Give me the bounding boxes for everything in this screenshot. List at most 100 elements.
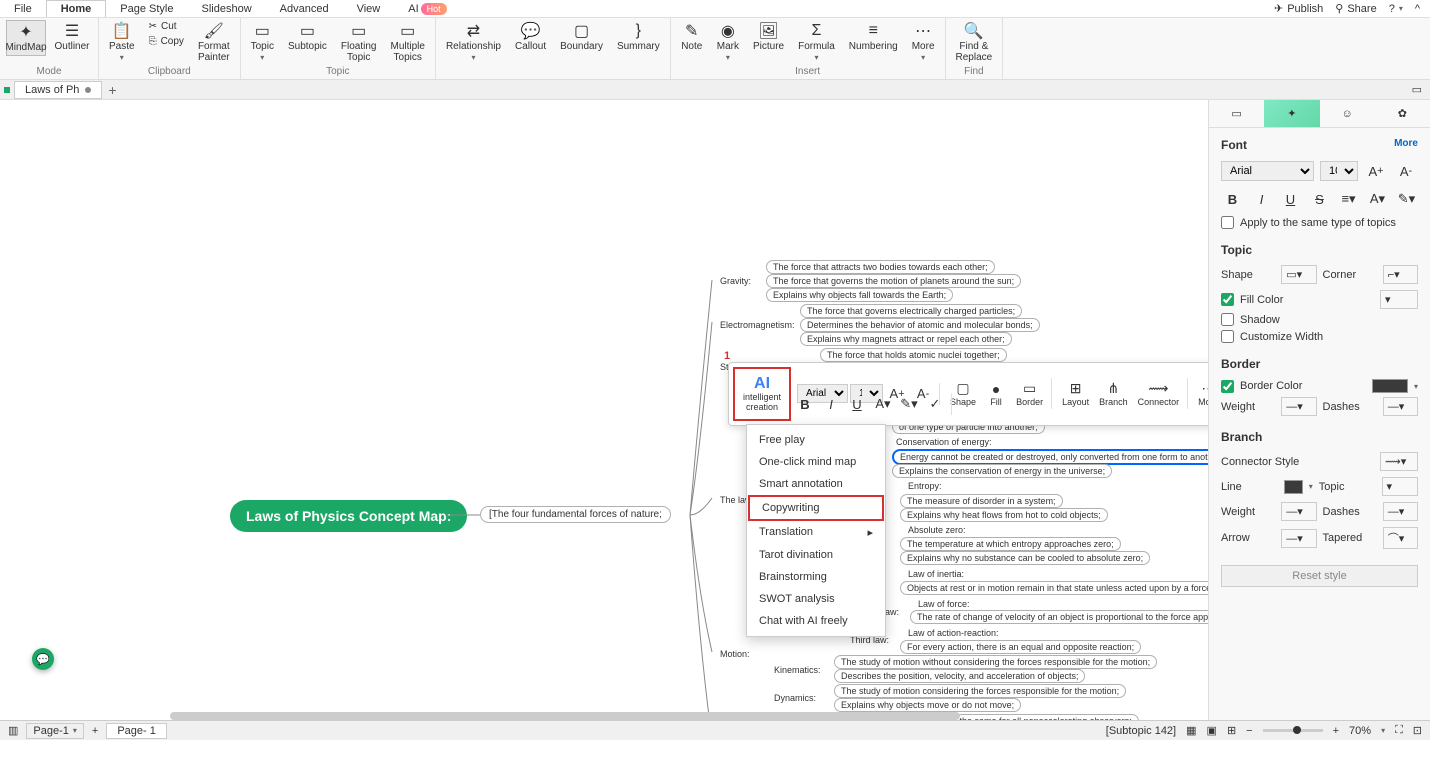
fill-color-checkbox[interactable]	[1221, 293, 1234, 306]
corner-select[interactable]: ⌐▾	[1383, 265, 1418, 284]
menu-file[interactable]: File	[0, 1, 46, 17]
note-button[interactable]: ✎Note	[677, 20, 707, 54]
customize-width-checkbox[interactable]	[1221, 330, 1234, 343]
ai-option-copywriting[interactable]: Copywriting	[748, 495, 884, 521]
publish-button[interactable]: ✈Publish	[1274, 2, 1323, 15]
conservation-item-2[interactable]: Explains the conservation of energy in t…	[892, 464, 1112, 478]
conservation-item-selected[interactable]: Energy cannot be created or destroyed, o…	[892, 449, 1208, 465]
float-highlight[interactable]: ✎▾	[897, 393, 921, 415]
side-tab-style[interactable]: ▭	[1209, 100, 1264, 127]
zoom-slider[interactable]	[1263, 729, 1323, 732]
format-painter-button[interactable]: 🖌Format Painter	[194, 20, 234, 65]
help-button[interactable]: ?▾	[1389, 3, 1403, 15]
ai-option-swot[interactable]: SWOT analysis	[747, 588, 885, 610]
callout-button[interactable]: 💬Callout	[511, 20, 550, 54]
view-mode-2-button[interactable]: ▣	[1207, 724, 1217, 737]
page-selector[interactable]: Page-1▾	[26, 723, 84, 739]
em-item-0[interactable]: The force that governs electrically char…	[800, 304, 1022, 318]
float-font-color[interactable]: A▾	[871, 393, 895, 415]
border-weight-select[interactable]: —▾	[1281, 397, 1316, 416]
float-more[interactable]: ⋯More	[1194, 378, 1208, 409]
float-fill[interactable]: ●Fill	[982, 379, 1010, 409]
kinematics-item-1[interactable]: Describes the position, velocity, and ac…	[834, 669, 1085, 683]
mark-button[interactable]: ◉Mark▾	[713, 20, 743, 64]
mindmap-canvas[interactable]: Laws of Physics Concept Map: [The four f…	[0, 100, 1208, 720]
side-tab-theme[interactable]: ✦	[1264, 100, 1319, 127]
view-mode-1-button[interactable]: ▦	[1186, 724, 1196, 737]
float-underline[interactable]: U	[845, 393, 869, 415]
align-button[interactable]: ≡▾	[1337, 188, 1360, 210]
decrease-font-button[interactable]: A-	[1394, 160, 1418, 182]
gravity-label[interactable]: Gravity:	[712, 274, 759, 288]
tapered-select[interactable]: ⌒▾	[1383, 527, 1418, 549]
motion-label[interactable]: Motion:	[712, 647, 758, 661]
reset-style-button[interactable]: Reset style	[1221, 565, 1418, 587]
float-border[interactable]: ▭Border	[1012, 378, 1047, 409]
em-label[interactable]: Electromagnetism:	[712, 318, 803, 332]
add-page-button[interactable]: +	[92, 725, 98, 737]
strikethrough-button[interactable]: S	[1308, 188, 1331, 210]
zoom-in-button[interactable]: +	[1333, 725, 1339, 737]
em-item-2[interactable]: Explains why magnets attract or repel ea…	[800, 332, 1012, 346]
outline-toggle-button[interactable]: ▥	[8, 724, 18, 737]
floating-topic-button[interactable]: ▭Floating Topic	[337, 20, 381, 65]
branch-weight-select[interactable]: —▾	[1281, 502, 1316, 521]
dynamics-item-1[interactable]: Explains why objects move or do not move…	[834, 698, 1021, 712]
float-branch[interactable]: ⋔Branch	[1095, 378, 1132, 409]
branch-topic-select[interactable]: ▾	[1382, 477, 1418, 496]
underline-button[interactable]: U	[1279, 188, 1302, 210]
float-clear-format[interactable]: ✓	[923, 393, 947, 415]
apply-same-type-checkbox[interactable]	[1221, 216, 1234, 229]
ai-option-brainstorming[interactable]: Brainstorming	[747, 566, 885, 588]
menu-view[interactable]: View	[343, 1, 395, 17]
abszero-label[interactable]: Absolute zero:	[900, 523, 974, 537]
share-button[interactable]: ⚲Share	[1335, 2, 1376, 15]
picture-button[interactable]: 🖼Picture	[749, 20, 788, 54]
kinematics-label[interactable]: Kinematics:	[766, 663, 829, 677]
border-dashes-select[interactable]: —▾	[1383, 397, 1418, 416]
fit-page-button[interactable]: ⊞	[1227, 724, 1236, 737]
boundary-button[interactable]: ▢Boundary	[556, 20, 607, 54]
shape-select[interactable]: ▭▾	[1281, 265, 1316, 284]
abszero-item-2[interactable]: Explains why no substance can be cooled …	[900, 551, 1150, 565]
float-italic[interactable]: I	[819, 393, 843, 415]
force-law-label[interactable]: Law of force:	[910, 597, 978, 611]
menu-slideshow[interactable]: Slideshow	[188, 1, 266, 17]
action-label[interactable]: Law of action-reaction:	[900, 626, 1007, 640]
zoom-level[interactable]: 70%	[1349, 725, 1371, 737]
paste-button[interactable]: 📋Paste▾	[105, 20, 139, 64]
add-tab-button[interactable]: +	[108, 82, 116, 98]
ai-option-tarot[interactable]: Tarot divination	[747, 544, 885, 566]
relationship-button[interactable]: ⇄Relationship▾	[442, 20, 505, 64]
more-insert-button[interactable]: ⋯More▾	[908, 20, 939, 64]
subcenter-topic[interactable]: [The four fundamental forces of nature;	[480, 506, 671, 523]
ai-option-translation[interactable]: Translation▸	[747, 521, 885, 544]
menu-advanced[interactable]: Advanced	[266, 1, 343, 17]
tab-options-button[interactable]: ▭	[1412, 83, 1422, 96]
fullscreen-button[interactable]: ⛶	[1395, 724, 1403, 737]
entropy-label[interactable]: Entropy:	[900, 479, 950, 493]
inertia-label[interactable]: Law of inertia:	[900, 567, 972, 581]
numbering-button[interactable]: ≡Numbering	[845, 20, 902, 54]
subtopic-button[interactable]: ▭Subtopic	[284, 20, 331, 54]
entropy-item-2[interactable]: Explains why heat flows from hot to cold…	[900, 508, 1108, 522]
menu-page-style[interactable]: Page Style	[106, 1, 187, 17]
horizontal-scrollbar[interactable]	[170, 712, 960, 720]
branch-dashes-select[interactable]: —▾	[1383, 502, 1418, 521]
conservation-label[interactable]: Conservation of energy:	[888, 435, 1000, 449]
em-item-1[interactable]: Determines the behavior of atomic and mo…	[800, 318, 1040, 332]
kinematics-item-0[interactable]: The study of motion without considering …	[834, 655, 1157, 669]
highlight-button[interactable]: ✎▾	[1395, 188, 1418, 210]
strong-item[interactable]: The force that holds atomic nuclei toget…	[820, 348, 1007, 362]
font-color-button[interactable]: A▾	[1366, 188, 1389, 210]
ai-option-free-play[interactable]: Free play	[747, 429, 885, 451]
summary-button[interactable]: }Summary	[613, 20, 664, 54]
float-layout[interactable]: ⊞Layout	[1058, 378, 1093, 409]
shadow-checkbox[interactable]	[1221, 313, 1234, 326]
inertia-item[interactable]: Objects at rest or in motion remain in t…	[900, 581, 1208, 595]
exit-fullscreen-button[interactable]: ⊡	[1413, 724, 1422, 737]
page-tab-1[interactable]: Page- 1	[106, 723, 167, 739]
gravity-item-0[interactable]: The force that attracts two bodies towar…	[766, 260, 995, 274]
dynamics-label[interactable]: Dynamics:	[766, 691, 824, 705]
fill-color-select[interactable]: ▾	[1380, 290, 1418, 309]
